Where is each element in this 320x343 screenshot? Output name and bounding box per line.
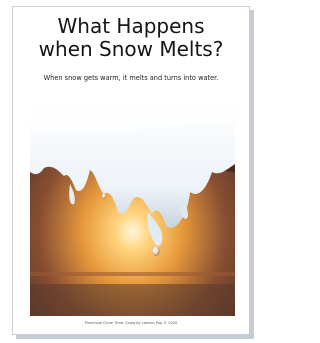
page-subtitle: When snow gets warm, it melts and turns … xyxy=(43,74,219,82)
worksheet-page: What Happens when Snow Melts? When snow … xyxy=(12,6,250,335)
melting-snow-photo xyxy=(30,94,235,316)
page-title: What Happens when Snow Melts? xyxy=(38,14,224,61)
water-droplet xyxy=(152,246,160,256)
ground-shadow xyxy=(30,284,235,316)
copyright-footer: Preschool Circle Time: Snow by Lavinia P… xyxy=(84,321,178,325)
melting-snow-illustration xyxy=(30,94,235,316)
